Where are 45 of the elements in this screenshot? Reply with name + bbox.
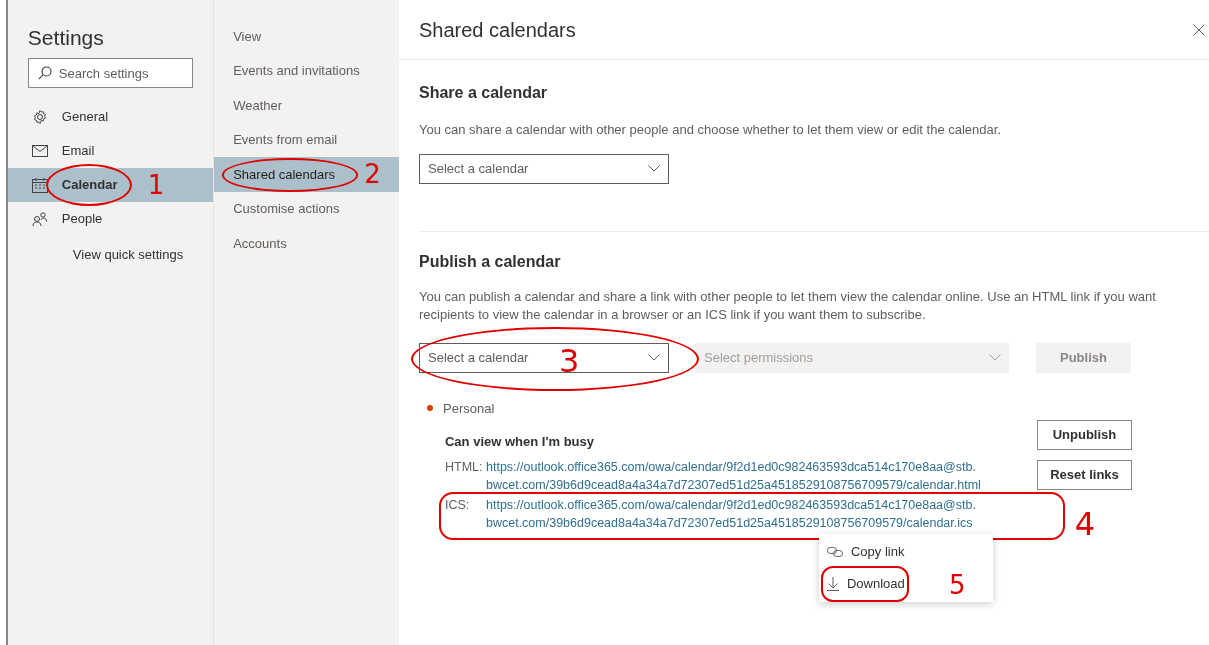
calendar-dropdown[interactable]: Select a calendar <box>419 153 669 184</box>
sidebar-item[interactable]: Email <box>7 134 214 168</box>
section-description: You can share a calendar with other people and choose whether to let them view or edit the calendar. <box>419 121 1002 139</box>
link-label: HTML: <box>445 459 484 476</box>
subnav-item[interactable]: Events from email <box>214 122 399 157</box>
quick-settings-link[interactable]: View quick settings <box>7 236 214 274</box>
section-description: You can publish a calendar and share a link with other people to let them view the calendar online. Use an HTML link if you want recipients to view the calendar in a browser or an ICS link if you want them to subscribe. <box>419 287 1157 324</box>
annotation-number: 4 <box>1074 508 1095 540</box>
chevron-down-icon <box>989 354 1001 361</box>
calendar-name: Personal <box>443 399 495 418</box>
action-button[interactable]: Reset links <box>1037 460 1132 490</box>
link-label: ICS: <box>445 497 471 514</box>
calendar-link[interactable]: bwcet.com/39b6d9cead8a4a34a7d72307ed51d25a4518529108756709579/calendar.html <box>486 476 981 494</box>
section-heading: Publish a calendar <box>419 251 562 272</box>
chevron-down-icon <box>648 165 660 172</box>
search-icon <box>37 66 52 80</box>
calendar-link[interactable]: https://outlook.office365.com/owa/calendar/9f2d1ed0c982463593dca514c170e8aa@stb. <box>486 458 981 476</box>
calendar-icon <box>31 177 48 193</box>
annotation-number: 5 <box>949 572 966 598</box>
download-icon <box>827 577 839 591</box>
subnav-item[interactable]: Weather <box>214 88 399 123</box>
permission-label: Can view when I'm busy <box>445 433 595 452</box>
subnav-item[interactable]: Customise actions <box>214 191 399 226</box>
menu-item[interactable]: Download <box>819 568 929 600</box>
settings-title: Settings <box>26 25 105 51</box>
envelope-icon <box>31 145 48 157</box>
subnav-item[interactable]: Events and invitations <box>214 53 399 88</box>
link-icon <box>827 547 843 557</box>
section-heading: Share a calendar <box>419 83 549 103</box>
subnav-item[interactable]: View <box>214 19 399 54</box>
panel-title: Shared calendars <box>419 17 576 43</box>
subnav-item[interactable]: Accounts <box>214 226 399 261</box>
people-icon <box>31 211 48 227</box>
calendar-link[interactable]: bwcet.com/39b6d9cead8a4a34a7d72307ed51d25a4518529108756709579/calendar.ics <box>486 514 976 532</box>
sidebar-item[interactable]: General <box>7 100 214 134</box>
annotation-number: 1 <box>147 172 165 198</box>
annotation-number: 2 <box>364 161 381 187</box>
calendar-link[interactable]: https://outlook.office365.com/owa/calendar/9f2d1ed0c982463593dca514c170e8aa@stb. <box>486 496 976 514</box>
search-field[interactable]: Search settings <box>27 58 194 88</box>
sidebar-item[interactable]: People <box>7 202 214 236</box>
action-button[interactable]: Unpublish <box>1037 420 1132 450</box>
chevron-down-icon <box>648 354 660 361</box>
menu-item[interactable]: Copy link <box>819 536 929 568</box>
close-icon[interactable] <box>1193 23 1205 36</box>
settings-icon <box>31 109 48 125</box>
